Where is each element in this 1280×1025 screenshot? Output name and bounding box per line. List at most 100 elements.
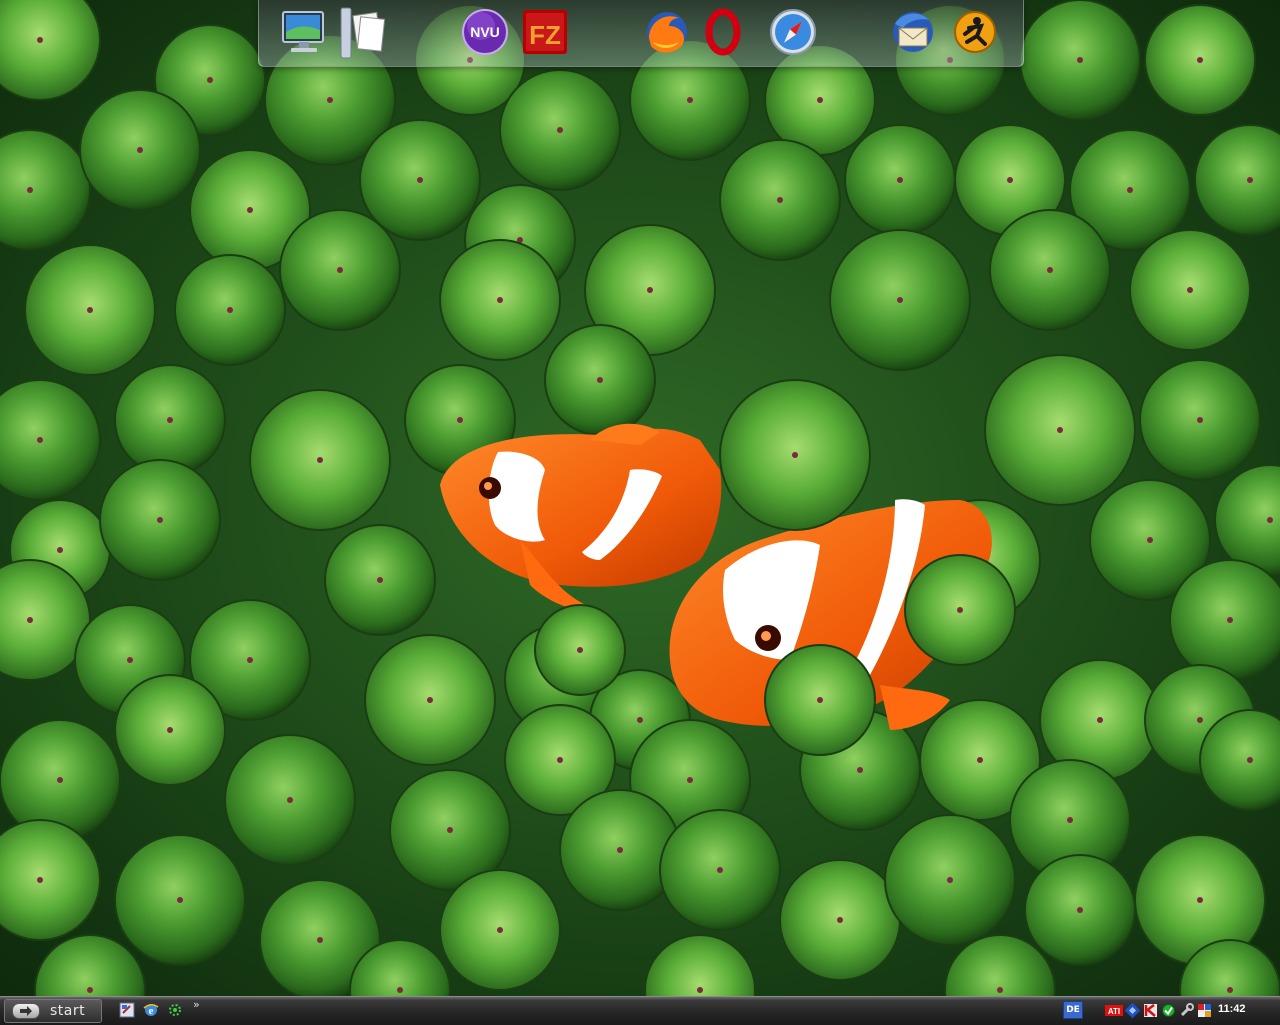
anemone-mouth bbox=[317, 937, 323, 943]
svg-text:e: e bbox=[149, 1005, 154, 1017]
anemone-mouth bbox=[497, 927, 503, 933]
anemone-mouth bbox=[1227, 987, 1233, 993]
anemone-mouth bbox=[247, 207, 253, 213]
filezilla-icon[interactable]: FZ bbox=[517, 4, 573, 60]
start-arrow-icon bbox=[12, 1003, 40, 1019]
ati-icon[interactable]: ATI bbox=[1105, 1003, 1123, 1018]
network-icon[interactable] bbox=[1124, 1002, 1141, 1019]
anemone-mouth bbox=[137, 147, 143, 153]
anemone-mouth bbox=[1197, 717, 1203, 723]
anemone-mouth bbox=[1007, 177, 1013, 183]
anemone-mouth bbox=[1247, 757, 1253, 763]
anemone-mouth bbox=[687, 777, 693, 783]
clock[interactable]: 11:42 bbox=[1218, 1003, 1246, 1015]
anemone-mouth bbox=[947, 877, 953, 883]
thunderbird-icon[interactable] bbox=[885, 4, 941, 60]
anemone-mouth bbox=[897, 297, 903, 303]
anemone-mouth bbox=[1077, 907, 1083, 913]
desktop-wallpaper[interactable] bbox=[0, 0, 1280, 996]
anemone-mouth bbox=[167, 727, 173, 733]
anemone-mouth bbox=[1267, 517, 1273, 523]
anemone-mouth bbox=[697, 987, 703, 993]
anemone-bulb bbox=[34, 934, 146, 996]
anemone-mouth bbox=[27, 617, 33, 623]
start-label: start bbox=[50, 1003, 86, 1019]
anemone-mouth bbox=[637, 717, 643, 723]
anemone-mouth bbox=[27, 187, 33, 193]
gear-icon[interactable] bbox=[167, 1002, 183, 1018]
anemone-mouth bbox=[127, 657, 133, 663]
anemone-mouth bbox=[897, 177, 903, 183]
anemone-clownfish-image bbox=[0, 0, 1280, 996]
anemone-mouth bbox=[1047, 267, 1053, 273]
anemone-mouth bbox=[597, 377, 603, 383]
monitor-icon[interactable] bbox=[277, 4, 333, 60]
anemone-mouth bbox=[167, 417, 173, 423]
anemone-bulb bbox=[1169, 559, 1280, 681]
ie-icon[interactable]: e bbox=[143, 1002, 159, 1018]
anemone-mouth bbox=[337, 267, 343, 273]
orange-runner-icon[interactable] bbox=[947, 4, 1003, 60]
anemone-mouth bbox=[497, 297, 503, 303]
shortcut-icon[interactable] bbox=[119, 1002, 135, 1018]
svg-text:ATI: ATI bbox=[1108, 1007, 1120, 1016]
anemone-mouth bbox=[1097, 717, 1103, 723]
anemone-bulb bbox=[0, 819, 101, 941]
anemone-mouth bbox=[997, 987, 1003, 993]
anemone-mouth bbox=[1227, 617, 1233, 623]
anemone-mouth bbox=[1067, 817, 1073, 823]
clownfish-1 bbox=[440, 423, 722, 611]
anemone-mouth bbox=[977, 757, 983, 763]
anemone-mouth bbox=[87, 987, 93, 993]
anemone-mouth bbox=[617, 847, 623, 853]
safari-icon[interactable] bbox=[765, 4, 821, 60]
wrench-icon[interactable] bbox=[1179, 1003, 1194, 1018]
anemone-bulb bbox=[0, 379, 101, 501]
anemone-mouth bbox=[57, 777, 63, 783]
anemone-mouth bbox=[557, 757, 563, 763]
anemone-mouth bbox=[817, 97, 823, 103]
opera-icon[interactable] bbox=[695, 4, 751, 60]
firefox-icon[interactable] bbox=[639, 4, 695, 60]
anemone-bulb bbox=[644, 934, 756, 996]
antivirus-icon[interactable] bbox=[1143, 1003, 1158, 1018]
anemone-mouth bbox=[457, 417, 463, 423]
anemone-mouth bbox=[1197, 897, 1203, 903]
anemone-mouth bbox=[157, 517, 163, 523]
anemone-mouth bbox=[857, 767, 863, 773]
anemone-mouth bbox=[1197, 417, 1203, 423]
nvu-icon[interactable]: NVU bbox=[457, 4, 513, 60]
anemone-mouth bbox=[327, 97, 333, 103]
start-button[interactable]: start bbox=[4, 999, 102, 1023]
language-indicator[interactable]: DE bbox=[1063, 1001, 1083, 1019]
anemone-mouth bbox=[427, 697, 433, 703]
anemone-mouth bbox=[37, 37, 43, 43]
anemone-mouth bbox=[397, 987, 403, 993]
svg-text:NVU: NVU bbox=[470, 24, 500, 40]
anemone-mouth bbox=[227, 307, 233, 313]
shield-icon[interactable] bbox=[1197, 1003, 1212, 1018]
system-tray: ATI 11:42 bbox=[1100, 997, 1280, 1025]
anemone-mouth bbox=[1077, 57, 1083, 63]
anemone-bulb bbox=[0, 0, 101, 101]
documents-icon[interactable] bbox=[335, 4, 391, 60]
anemone-mouth bbox=[377, 577, 383, 583]
anemone-mouth bbox=[817, 697, 823, 703]
anemone-mouth bbox=[37, 877, 43, 883]
anemone-mouth bbox=[1187, 287, 1193, 293]
app-dock: NVU FZ bbox=[258, 0, 1024, 67]
anemone-mouth bbox=[777, 197, 783, 203]
green-status-icon[interactable] bbox=[1161, 1003, 1176, 1018]
anemone-mouth bbox=[837, 917, 843, 923]
anemone-bulb bbox=[1194, 124, 1280, 236]
anemone-mouth bbox=[1057, 427, 1063, 433]
anemone-mouth bbox=[577, 647, 583, 653]
anemone-mouth bbox=[1197, 57, 1203, 63]
anemone-mouth bbox=[717, 867, 723, 873]
anemone-mouth bbox=[177, 897, 183, 903]
anemone-mouth bbox=[957, 607, 963, 613]
quick-launch-more[interactable]: » bbox=[193, 998, 200, 1011]
anemone-mouth bbox=[247, 657, 253, 663]
anemone-mouth bbox=[447, 827, 453, 833]
anemone-mouth bbox=[207, 77, 213, 83]
